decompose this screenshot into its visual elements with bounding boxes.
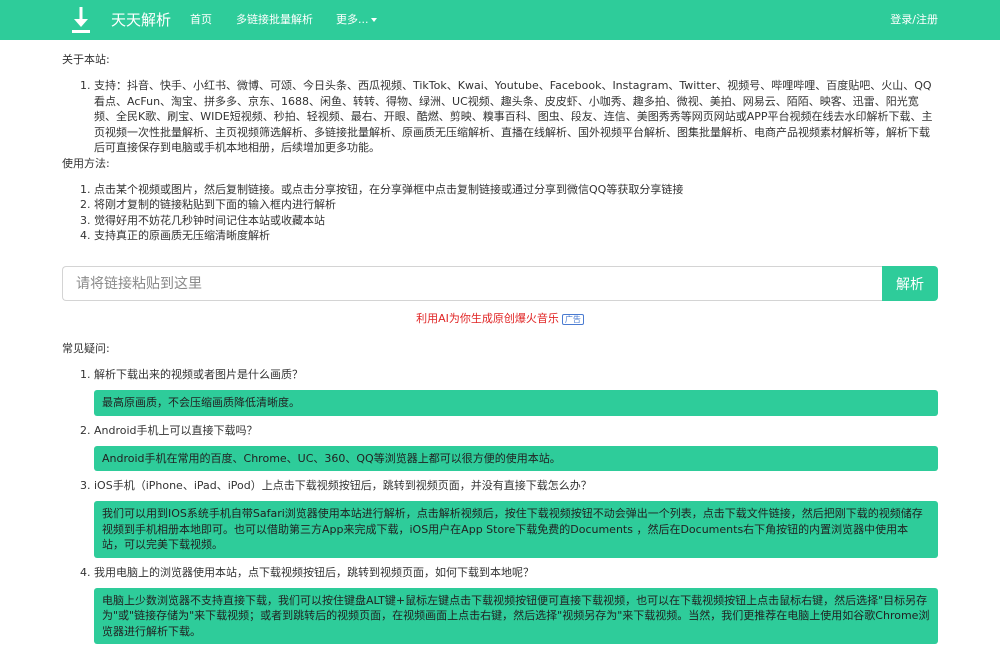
usage-item: 点击某个视频或图片，然后复制链接。或点击分享按钮，在分享弹框中点击复制链接或通过…	[94, 182, 938, 198]
link-input[interactable]	[62, 266, 882, 301]
faq-question: 解析下载出来的视频或者图片是什么画质？	[94, 368, 303, 381]
faq-question: iOS手机（iPhone、iPad、iPod）上点击下载视频按钮后，跳转到视频页…	[94, 479, 592, 492]
intro-section: 关于本站: 支持：抖音、快手、小红书、微博、可颂、今日头条、西瓜视频、TikTo…	[62, 52, 938, 244]
faq-list: 解析下载出来的视频或者图片是什么画质？ 最高原画质，不会压缩画质降低清晰度。 A…	[94, 367, 938, 644]
parse-button[interactable]: 解析	[882, 266, 938, 301]
nav-more-dropdown[interactable]: 更多...	[336, 12, 377, 28]
nav-home-link[interactable]: 首页	[190, 12, 212, 28]
ad-link[interactable]: 利用AI为你生成原创爆火音乐	[416, 312, 559, 325]
link-parse-form: 解析	[62, 266, 938, 301]
about-title: 关于本站:	[62, 53, 110, 66]
faq-item: Android手机上可以直接下载吗？ Android手机在常用的百度、Chrom…	[94, 423, 938, 471]
ad-banner: 利用AI为你生成原创爆火音乐 广告	[0, 311, 1000, 327]
faq-title: 常见疑问:	[62, 342, 110, 355]
usage-title: 使用方法:	[62, 156, 110, 170]
navbar: 天天解析 首页 多链接批量解析 更多... 登录/注册	[0, 0, 1000, 40]
faq-question: Android手机上可以直接下载吗？	[94, 423, 258, 437]
usage-item: 将刚才复制的链接粘贴到下面的输入框内进行解析	[94, 197, 938, 213]
nav-more-label: 更多...	[336, 13, 369, 26]
usage-item: 支持真正的原画质无压缩清晰度解析	[94, 228, 938, 244]
nav-batch-parse-link[interactable]: 多链接批量解析	[236, 12, 313, 28]
about-list: 支持：抖音、快手、小红书、微博、可颂、今日头条、西瓜视频、TikTok、Kwai…	[94, 78, 938, 156]
login-register-link[interactable]: 登录/注册	[890, 12, 938, 28]
download-icon[interactable]	[72, 7, 90, 33]
about-item: 支持：抖音、快手、小红书、微博、可颂、今日头条、西瓜视频、TikTok、Kwai…	[94, 78, 938, 156]
site-brand[interactable]: 天天解析	[111, 10, 171, 30]
faq-answer: 电脑上少数浏览器不支持直接下载，我们可以按住键盘ALT键+鼠标左键点击下载视频按…	[94, 587, 938, 644]
faq-answer: Android手机在常用的百度、Chrome、UC、360、QQ等浏览器上都可以…	[94, 445, 938, 471]
faq-answer: 我们可以用到IOS系统手机自带Safari浏览器使用本站进行解析，点击解析视频后…	[94, 501, 938, 558]
usage-item: 觉得好用不妨花几秒钟时间记住本站或收藏本站	[94, 213, 938, 229]
faq-section: 常见疑问: 解析下载出来的视频或者图片是什么画质？ 最高原画质，不会压缩画质降低…	[62, 341, 938, 651]
caret-down-icon	[370, 18, 377, 22]
faq-item: iOS手机（iPhone、iPad、iPod）上点击下载视频按钮后，跳转到视频页…	[94, 478, 938, 558]
usage-list: 点击某个视频或图片，然后复制链接。或点击分享按钮，在分享弹框中点击复制链接或通过…	[94, 182, 938, 244]
faq-item: 我用电脑上的浏览器使用本站，点下载视频按钮后，跳转到视频页面，如何下载到本地呢？…	[94, 565, 938, 644]
ad-badge: 广告	[561, 313, 584, 325]
faq-item: 解析下载出来的视频或者图片是什么画质？ 最高原画质，不会压缩画质降低清晰度。	[94, 367, 938, 416]
faq-answer: 最高原画质，不会压缩画质降低清晰度。	[94, 390, 938, 416]
faq-question: 我用电脑上的浏览器使用本站，点下载视频按钮后，跳转到视频页面，如何下载到本地呢？	[94, 565, 534, 579]
